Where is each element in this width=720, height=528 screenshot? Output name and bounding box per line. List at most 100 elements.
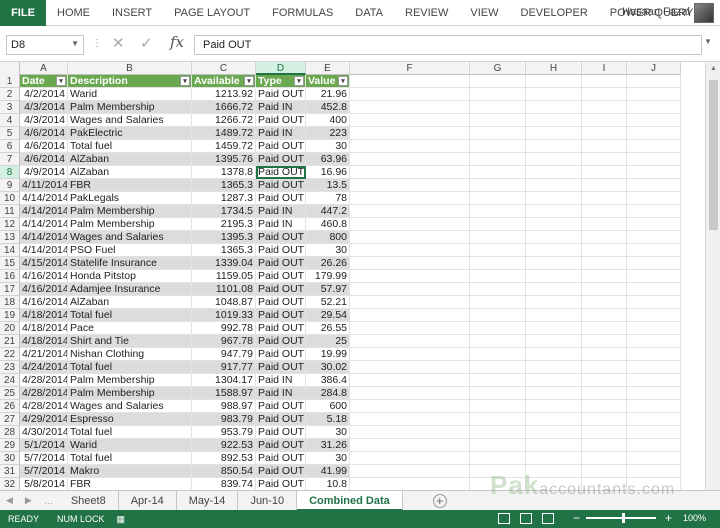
table-cell[interactable]: 1339.04 [192, 257, 256, 270]
empty-cell[interactable] [526, 426, 582, 439]
empty-cell[interactable] [627, 75, 681, 88]
table-cell[interactable]: Paid OUT [256, 179, 306, 192]
table-cell[interactable]: 4/28/2014 [20, 400, 68, 413]
table-cell[interactable]: Palm Membership [68, 387, 192, 400]
table-cell[interactable]: Warid [68, 439, 192, 452]
empty-cell[interactable] [350, 244, 470, 257]
empty-cell[interactable] [470, 257, 526, 270]
table-cell[interactable]: Paid OUT [256, 452, 306, 465]
insert-function-icon[interactable]: fx [170, 33, 184, 51]
empty-cell[interactable] [627, 153, 681, 166]
empty-cell[interactable] [582, 283, 627, 296]
worksheet-grid[interactable]: ABCDEFGHIJ 1 Date ▾ Description ▾ Available ▾ T… [0, 62, 705, 490]
empty-cell[interactable] [350, 400, 470, 413]
empty-cell[interactable] [526, 231, 582, 244]
table-cell[interactable]: 4/15/2014 [20, 257, 68, 270]
table-cell[interactable]: Wages and Salaries [68, 114, 192, 127]
empty-cell[interactable] [350, 465, 470, 478]
sheet-tab-may-14[interactable]: May-14 [177, 490, 239, 511]
empty-cell[interactable] [526, 179, 582, 192]
empty-cell[interactable] [627, 283, 681, 296]
empty-cell[interactable] [350, 75, 470, 88]
row-header[interactable]: 29 [0, 439, 20, 452]
table-cell[interactable]: 4/16/2014 [20, 270, 68, 283]
empty-cell[interactable] [470, 166, 526, 179]
empty-cell[interactable] [627, 88, 681, 101]
table-cell[interactable]: Paid IN [256, 205, 306, 218]
normal-view-icon[interactable] [498, 513, 510, 524]
column-header-c[interactable]: C [192, 62, 256, 75]
filter-dropdown-icon[interactable]: ▾ [56, 76, 66, 86]
empty-cell[interactable] [526, 218, 582, 231]
empty-cell[interactable] [582, 348, 627, 361]
table-cell[interactable]: Paid OUT [256, 322, 306, 335]
table-cell[interactable]: 447.2 [306, 205, 350, 218]
empty-cell[interactable] [470, 101, 526, 114]
empty-cell[interactable] [350, 88, 470, 101]
table-cell[interactable]: Honda Pitstop [68, 270, 192, 283]
table-cell[interactable]: 1213.92 [192, 88, 256, 101]
empty-cell[interactable] [350, 335, 470, 348]
table-cell[interactable]: Paid IN [256, 374, 306, 387]
empty-cell[interactable] [582, 374, 627, 387]
empty-cell[interactable] [350, 218, 470, 231]
table-cell[interactable]: 1048.87 [192, 296, 256, 309]
empty-cell[interactable] [582, 270, 627, 283]
empty-cell[interactable] [526, 270, 582, 283]
empty-cell[interactable] [526, 88, 582, 101]
zoom-slider-thumb[interactable] [622, 513, 625, 523]
empty-cell[interactable] [470, 387, 526, 400]
row-header[interactable]: 14 [0, 244, 20, 257]
empty-cell[interactable] [470, 75, 526, 88]
row-header[interactable]: 13 [0, 231, 20, 244]
empty-cell[interactable] [470, 192, 526, 205]
empty-cell[interactable] [350, 413, 470, 426]
empty-cell[interactable] [350, 153, 470, 166]
table-cell[interactable]: 1019.33 [192, 309, 256, 322]
table-cell[interactable]: Paid OUT [256, 439, 306, 452]
empty-cell[interactable] [526, 452, 582, 465]
row-header[interactable]: 3 [0, 101, 20, 114]
table-cell[interactable]: 1378.8 [192, 166, 256, 179]
empty-cell[interactable] [350, 270, 470, 283]
table-cell[interactable]: 1395.3 [192, 231, 256, 244]
empty-cell[interactable] [350, 101, 470, 114]
table-cell[interactable]: Palm Membership [68, 205, 192, 218]
table-cell[interactable]: 1588.97 [192, 387, 256, 400]
column-header-h[interactable]: H [526, 62, 582, 75]
column-header-d[interactable]: D [256, 62, 306, 75]
table-cell[interactable]: 1666.72 [192, 101, 256, 114]
row-header[interactable]: 27 [0, 413, 20, 426]
cancel-icon[interactable]: ✕ [112, 34, 125, 52]
table-cell[interactable]: 4/18/2014 [20, 335, 68, 348]
row-header[interactable]: 25 [0, 387, 20, 400]
empty-cell[interactable] [350, 374, 470, 387]
table-cell[interactable]: AlZaban [68, 166, 192, 179]
table-cell[interactable]: Paid OUT [256, 413, 306, 426]
table-cell[interactable]: 179.99 [306, 270, 350, 283]
empty-cell[interactable] [526, 114, 582, 127]
row-header[interactable]: 11 [0, 205, 20, 218]
empty-cell[interactable] [470, 374, 526, 387]
row-header[interactable]: 15 [0, 257, 20, 270]
table-cell[interactable]: 4/9/2014 [20, 166, 68, 179]
zoom-level[interactable]: 100% [683, 513, 706, 523]
empty-cell[interactable] [350, 192, 470, 205]
table-cell[interactable]: Wages and Salaries [68, 400, 192, 413]
table-cell[interactable]: 1287.3 [192, 192, 256, 205]
empty-cell[interactable] [627, 192, 681, 205]
empty-cell[interactable] [350, 452, 470, 465]
table-cell[interactable]: Espresso [68, 413, 192, 426]
table-cell[interactable]: FBR [68, 179, 192, 192]
empty-cell[interactable] [470, 348, 526, 361]
empty-cell[interactable] [582, 166, 627, 179]
table-cell[interactable]: 30 [306, 140, 350, 153]
avatar[interactable] [694, 3, 714, 23]
empty-cell[interactable] [350, 348, 470, 361]
table-cell[interactable]: PakLegals [68, 192, 192, 205]
table-cell[interactable]: 30 [306, 244, 350, 257]
table-cell[interactable]: 4/14/2014 [20, 231, 68, 244]
table-cell[interactable]: 5/7/2014 [20, 452, 68, 465]
chevron-down-icon[interactable]: ▼ [71, 39, 79, 48]
empty-cell[interactable] [470, 179, 526, 192]
